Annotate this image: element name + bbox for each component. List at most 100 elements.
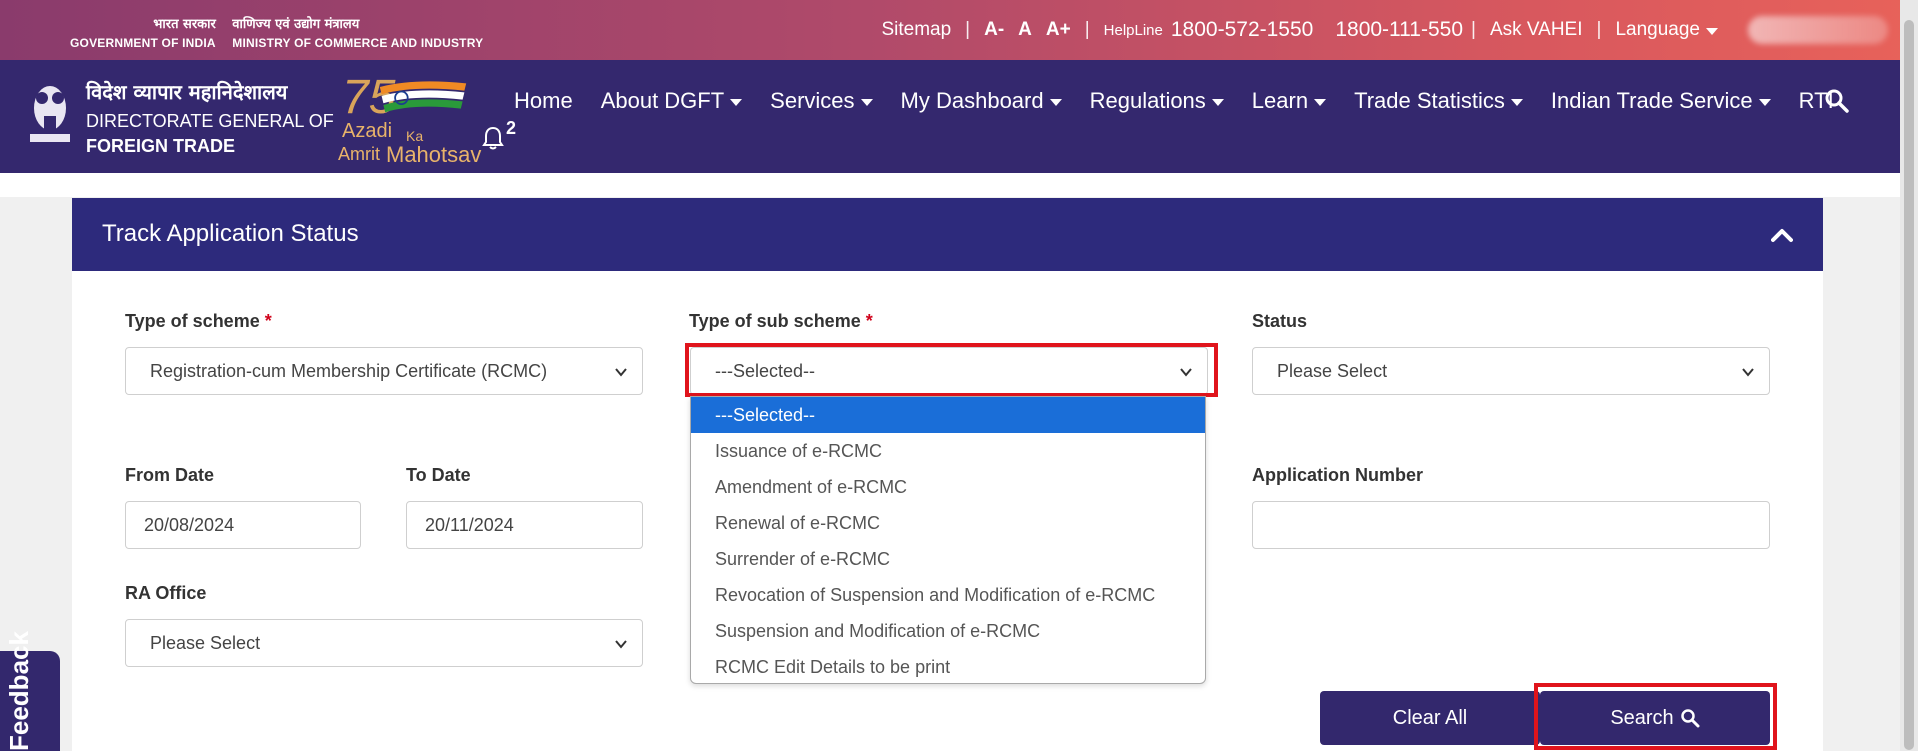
feedback-tab[interactable]: Feedback bbox=[0, 631, 60, 751]
nav-my-dashboard[interactable]: My Dashboard bbox=[887, 88, 1076, 114]
helpline-number-2[interactable]: 1800-111-550 bbox=[1335, 18, 1463, 42]
nav-learn[interactable]: Learn bbox=[1238, 88, 1340, 114]
primary-nav: Home About DGFT Services My Dashboard Re… bbox=[500, 88, 1848, 114]
to-date-label: To Date bbox=[406, 465, 471, 485]
scheme-select[interactable]: Registration-cum Membership Certificate … bbox=[125, 347, 643, 395]
ra-office-select[interactable]: Please Select bbox=[125, 619, 643, 667]
chevron-down-icon bbox=[615, 368, 627, 377]
status-select[interactable]: Please Select bbox=[1252, 347, 1770, 395]
brand-line-1: DIRECTORATE GENERAL OF bbox=[86, 111, 334, 131]
caret-down-icon bbox=[860, 98, 873, 106]
helpline-number-1[interactable]: 1800-572-1550 bbox=[1171, 18, 1313, 42]
ask-vahei-link[interactable]: Ask VAHEI bbox=[1490, 19, 1583, 41]
required-asterisk: * bbox=[865, 311, 873, 331]
dgft-brand[interactable]: विदेश व्यापार महानिदेशालय DIRECTORATE GE… bbox=[86, 78, 334, 157]
search-highlight-box bbox=[1534, 683, 1777, 750]
dropdown-option[interactable]: Suspension and Modification of e-RCMC bbox=[691, 613, 1205, 649]
nav-home[interactable]: Home bbox=[500, 88, 587, 114]
panel-title: Track Application Status bbox=[102, 220, 359, 247]
nav-dashboard-label: My Dashboard bbox=[900, 88, 1044, 113]
font-decrease-button[interactable]: A- bbox=[984, 19, 1004, 41]
nav-regulations[interactable]: Regulations bbox=[1076, 88, 1238, 114]
main-navbar: विदेश व्यापार महानिदेशालय DIRECTORATE GE… bbox=[0, 60, 1918, 173]
dropdown-option[interactable]: RCMC Edit Details to be print bbox=[691, 649, 1205, 685]
to-date-input[interactable]: 20/11/2024 bbox=[406, 501, 643, 549]
dropdown-option[interactable]: Renewal of e-RCMC bbox=[691, 505, 1205, 541]
caret-down-icon bbox=[1758, 98, 1771, 106]
to-date-value: 20/11/2024 bbox=[425, 514, 514, 535]
sub-scheme-label: Type of sub scheme * bbox=[689, 311, 873, 332]
nav-about-label: About DGFT bbox=[600, 88, 725, 113]
chevron-down-icon bbox=[1742, 368, 1754, 377]
clear-all-button[interactable]: Clear All bbox=[1320, 691, 1540, 745]
dropdown-option[interactable]: Revocation of Suspension and Modificatio… bbox=[691, 577, 1205, 613]
nav-learn-label: Learn bbox=[1251, 88, 1309, 113]
separator: | bbox=[965, 19, 971, 40]
separator: | bbox=[1471, 19, 1476, 40]
gov-english: GOVERNMENT OF INDIA bbox=[70, 36, 216, 50]
helpline-label: HelpLine bbox=[1103, 21, 1163, 39]
brand-hindi: विदेश व्यापार महानिदेशालय bbox=[86, 80, 288, 104]
notification-count-badge: 2 bbox=[506, 118, 517, 138]
mahotsav-word: Mahotsav bbox=[386, 142, 482, 167]
ministry-english: MINISTRY OF COMMERCE AND INDUSTRY bbox=[232, 36, 484, 50]
dropdown-option[interactable]: Issuance of e-RCMC bbox=[691, 433, 1205, 469]
dropdown-option[interactable]: ---Selected-- bbox=[691, 397, 1205, 433]
nav-its-label: Indian Trade Service bbox=[1550, 88, 1753, 113]
sub-scheme-dropdown-list: ---Selected-- Issuance of e-RCMC Amendme… bbox=[690, 396, 1206, 684]
bell-icon bbox=[482, 126, 504, 150]
font-increase-button[interactable]: A+ bbox=[1046, 19, 1071, 41]
top-links: Sitemap | A- A A+ | HelpLine 1800-572-15… bbox=[881, 18, 1718, 42]
language-dropdown[interactable]: Language bbox=[1615, 19, 1718, 41]
scheme-label-text: Type of scheme bbox=[125, 311, 260, 331]
government-header: भारत सरकार GOVERNMENT OF INDIA वाणिज्य ए… bbox=[70, 14, 495, 50]
nav-services-label: Services bbox=[770, 88, 855, 113]
application-number-input[interactable] bbox=[1252, 501, 1770, 549]
application-number-label: Application Number bbox=[1252, 465, 1424, 485]
sitemap-link[interactable]: Sitemap bbox=[881, 19, 951, 41]
from-date-input[interactable]: 20/08/2024 bbox=[125, 501, 361, 549]
sub-scheme-label-text: Type of sub scheme bbox=[689, 311, 861, 331]
caret-down-icon bbox=[730, 98, 743, 106]
amrit-word: Amrit bbox=[338, 144, 380, 164]
dropdown-option[interactable]: Surrender of e-RCMC bbox=[691, 541, 1205, 577]
scheme-label: Type of scheme * bbox=[125, 311, 272, 332]
ra-office-label: RA Office bbox=[125, 583, 207, 603]
chevron-up-icon[interactable] bbox=[1771, 224, 1793, 246]
flag-swoosh-icon bbox=[379, 81, 467, 113]
required-asterisk: * bbox=[264, 311, 272, 331]
page-scrollbar[interactable] bbox=[1900, 0, 1918, 751]
from-date-value: 20/08/2024 bbox=[144, 514, 235, 535]
from-date-label: From Date bbox=[125, 465, 215, 485]
notification-bell[interactable]: 2 bbox=[482, 118, 516, 156]
sub-scheme-highlight-box bbox=[685, 343, 1218, 397]
brand-line-2: FOREIGN TRADE bbox=[86, 136, 236, 156]
nav-services[interactable]: Services bbox=[756, 88, 886, 114]
caret-down-icon bbox=[1314, 98, 1327, 106]
nav-trade-stats-label: Trade Statistics bbox=[1354, 88, 1505, 113]
track-status-panel-header[interactable]: Track Application Status bbox=[72, 198, 1823, 271]
clear-all-label: Clear All bbox=[1392, 706, 1468, 729]
gov-hindi: भारत सरकार bbox=[153, 17, 216, 32]
nav-trade-statistics[interactable]: Trade Statistics bbox=[1340, 88, 1537, 114]
azadi-word: Azadi bbox=[342, 120, 393, 142]
dropdown-option[interactable]: Amendment of e-RCMC bbox=[691, 469, 1205, 505]
font-normal-button[interactable]: A bbox=[1018, 19, 1032, 41]
status-label: Status bbox=[1252, 311, 1308, 331]
top-utility-bar: भारत सरकार GOVERNMENT OF INDIA वाणिज्य ए… bbox=[0, 0, 1918, 60]
status-select-value: Please Select bbox=[1277, 360, 1388, 381]
nav-home-label: Home bbox=[514, 88, 573, 113]
nav-indian-trade-service[interactable]: Indian Trade Service bbox=[1537, 88, 1785, 114]
scrollbar-thumb[interactable] bbox=[1904, 20, 1914, 750]
nav-about-dgft[interactable]: About DGFT bbox=[587, 88, 756, 114]
ra-office-select-value: Please Select bbox=[150, 632, 261, 653]
nav-regulations-label: Regulations bbox=[1089, 88, 1206, 113]
scheme-select-value: Registration-cum Membership Certificate … bbox=[150, 360, 548, 381]
search-icon[interactable] bbox=[1824, 88, 1850, 114]
separator: | bbox=[1596, 19, 1602, 40]
caret-down-icon bbox=[1049, 98, 1062, 106]
language-label: Language bbox=[1615, 19, 1700, 40]
chevron-down-icon bbox=[615, 640, 627, 649]
separator: | bbox=[1084, 19, 1090, 40]
caret-down-icon bbox=[1211, 98, 1224, 106]
